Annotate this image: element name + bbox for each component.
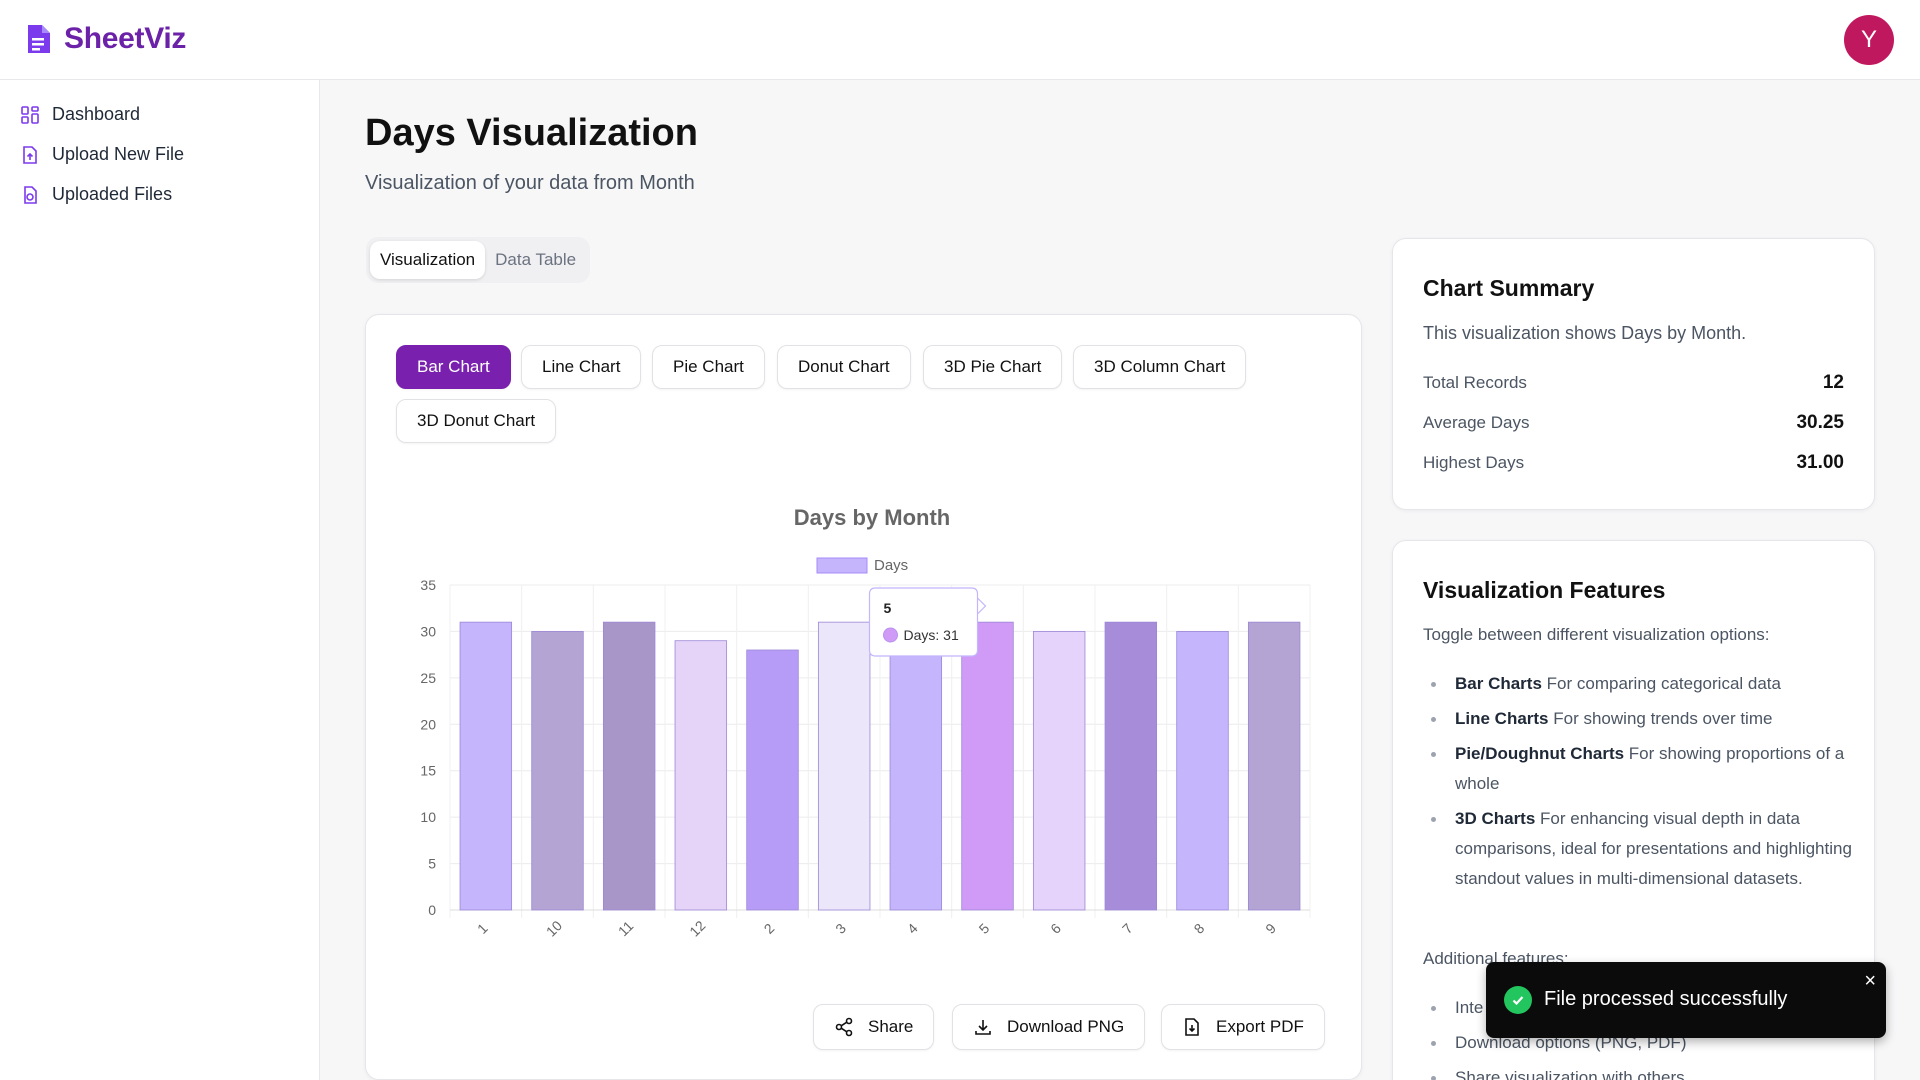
features-intro: Toggle between different visualization o… — [1423, 625, 1770, 644]
bar — [674, 640, 728, 911]
x-tick-label: 10 — [543, 917, 565, 939]
y-tick-label: 10 — [420, 809, 436, 825]
y-tick-label: 30 — [420, 623, 436, 639]
summary-title: Chart Summary — [1423, 275, 1595, 301]
success-toast: File processed successfully × — [1486, 962, 1886, 1038]
share-button[interactable]: Share — [813, 1004, 935, 1050]
bar — [602, 621, 656, 911]
tooltip-title: 5 — [884, 600, 892, 616]
file-export-icon — [1185, 1018, 1199, 1036]
stat-value-total-records: 12 — [1822, 372, 1844, 393]
y-tick-label: 0 — [428, 902, 436, 918]
y-tick-label: 15 — [420, 763, 436, 779]
y-tick-label: 25 — [420, 670, 436, 686]
toast-message: File processed successfully — [1544, 988, 1788, 1010]
bar — [746, 649, 799, 911]
chart-summary-card: Chart Summary This visualization shows D… — [1392, 238, 1875, 510]
share-icon — [835, 1017, 853, 1037]
download-png-label: Download PNG — [1007, 1017, 1125, 1036]
x-tick-label: 5 — [976, 920, 993, 937]
stat-label-highest-days: Highest Days — [1423, 453, 1525, 472]
share-label: Share — [868, 1017, 914, 1036]
y-tick-label: 35 — [420, 577, 436, 593]
bar — [459, 621, 513, 911]
x-tick-label: 4 — [904, 920, 921, 937]
features-title: Visualization Features — [1423, 577, 1666, 603]
list-item: 3D Charts For enhancing visual depth in … — [1423, 804, 1853, 894]
stat-label-total-records: Total Records — [1423, 373, 1527, 392]
bar — [1247, 621, 1301, 911]
summary-description: This visualization shows Days by Month. — [1423, 323, 1747, 343]
close-icon[interactable]: × — [1864, 970, 1876, 993]
x-tick-label: 2 — [761, 920, 778, 937]
x-tick-label: 11 — [615, 918, 637, 940]
bar — [961, 621, 1014, 911]
x-tick-label: 7 — [1119, 920, 1136, 937]
bar — [817, 621, 871, 911]
export-pdf-button[interactable]: Export PDF — [1161, 1004, 1325, 1050]
x-tick-label: 9 — [1262, 920, 1279, 937]
list-item: Share visualization with others — [1423, 1063, 1853, 1080]
bar — [1104, 621, 1158, 911]
export-pdf-label: Export PDF — [1216, 1017, 1304, 1036]
x-tick-label: 3 — [832, 920, 849, 937]
x-tick-label: 12 — [686, 917, 708, 939]
download-png-button[interactable]: Download PNG — [952, 1004, 1146, 1050]
check-circle-icon — [1504, 986, 1532, 1014]
tooltip-swatch — [883, 627, 898, 643]
x-tick-label: 1 — [474, 920, 491, 937]
legend-label: Days — [874, 557, 908, 574]
bar — [1032, 631, 1086, 911]
tooltip-text: Days: 31 — [904, 627, 959, 643]
x-tick-label: 8 — [1191, 920, 1208, 937]
stat-value-average-days: 30.25 — [1796, 412, 1844, 433]
y-tick-label: 20 — [420, 716, 436, 732]
tooltip-box — [868, 587, 987, 657]
list-item: Line Charts For showing trends over time — [1423, 704, 1853, 734]
stat-label-average-days: Average Days — [1423, 413, 1530, 432]
download-icon — [975, 1020, 991, 1035]
list-item: Pie/Doughnut Charts For showing proporti… — [1423, 739, 1853, 799]
legend-swatch — [816, 557, 868, 574]
bar — [889, 631, 943, 911]
x-tick-label: 6 — [1047, 920, 1064, 937]
stat-value-highest-days: 31.00 — [1796, 452, 1844, 473]
bar — [1176, 631, 1229, 911]
bar — [531, 631, 584, 911]
features-list: Bar Charts For comparing categorical dat… — [1423, 669, 1853, 899]
y-tick-label: 5 — [428, 856, 436, 872]
chart-title: Days by Month — [794, 505, 950, 530]
list-item: Bar Charts For comparing categorical dat… — [1423, 669, 1853, 699]
